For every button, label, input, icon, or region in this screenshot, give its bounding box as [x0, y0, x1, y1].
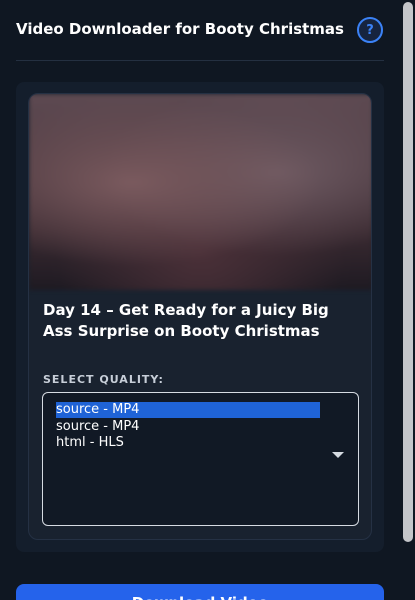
scrollbar[interactable]: [401, 0, 415, 600]
video-card: Day 14 – Get Ready for a Juicy Big Ass S…: [28, 93, 372, 540]
quality-option[interactable]: source - MP4: [56, 419, 320, 435]
download-button[interactable]: Download Video: [16, 584, 384, 600]
quality-label: SELECT QUALITY:: [43, 373, 164, 386]
quality-select[interactable]: source - MP4 source - MP4 html - HLS: [42, 392, 359, 526]
quality-option[interactable]: html - HLS: [56, 435, 320, 451]
quality-option[interactable]: source - MP4: [56, 402, 320, 418]
header-divider: [16, 60, 384, 61]
help-button[interactable]: ?: [357, 17, 383, 43]
chevron-down-icon[interactable]: [332, 452, 344, 458]
video-thumbnail: [29, 94, 371, 290]
scrollbar-thumb[interactable]: [403, 2, 413, 542]
header: Video Downloader for Booty Christmas ?: [0, 0, 400, 60]
video-title: Day 14 – Get Ready for a Juicy Big Ass S…: [43, 301, 329, 340]
app-title: Video Downloader for Booty Christmas: [16, 20, 344, 38]
